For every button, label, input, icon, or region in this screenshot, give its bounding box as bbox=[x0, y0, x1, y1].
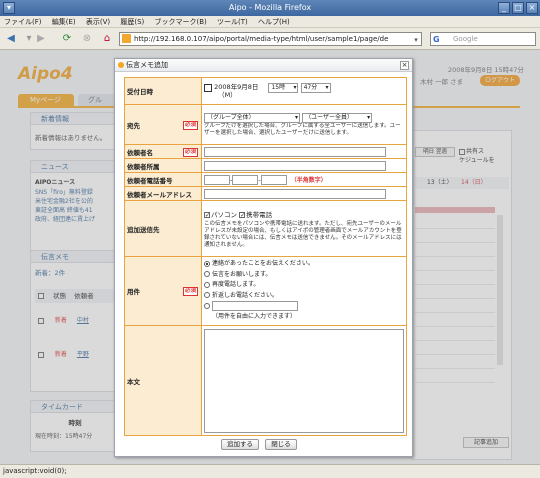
search-input[interactable]: G Google bbox=[430, 32, 536, 46]
status-bar: javascript:void(0); bbox=[0, 464, 540, 478]
body-textarea[interactable] bbox=[204, 328, 404, 433]
label-requester-org: 依頼者所属 bbox=[124, 158, 202, 173]
form-row-notify: 追加送信先 ✓パソコン ✓携帯電話 この伝言メモをパソコンや携帯電話に送れます。… bbox=[124, 200, 407, 257]
requester-name-input[interactable] bbox=[204, 146, 386, 157]
navigation-toolbar: ◀ ▾ ▶ ⟳ ⊗ ⌂ http://192.168.0.107/aipo/po… bbox=[0, 28, 540, 50]
menu-history[interactable]: 履歴(S) bbox=[116, 16, 148, 28]
url-dropdown-icon[interactable]: ▾ bbox=[411, 33, 421, 45]
item-option-other[interactable] bbox=[204, 301, 404, 312]
item-radio[interactable] bbox=[204, 292, 210, 299]
item-radio[interactable] bbox=[204, 281, 210, 288]
group-select[interactable]: （グループ全体） bbox=[204, 112, 300, 123]
notify-pc-checkbox[interactable]: ✓ bbox=[204, 211, 210, 218]
dialog-header: 伝言メモ追加 bbox=[115, 59, 412, 72]
maximize-icon[interactable]: □ bbox=[512, 2, 524, 14]
tel-hint: （半角数字） bbox=[290, 176, 327, 184]
item-other-input[interactable] bbox=[212, 301, 298, 312]
forward-icon[interactable]: ▶ bbox=[34, 32, 48, 46]
item-radio-selected[interactable] bbox=[204, 260, 210, 267]
menu-edit[interactable]: 編集(E) bbox=[48, 16, 80, 28]
item-radio-other[interactable] bbox=[204, 303, 210, 310]
close-window-icon[interactable]: × bbox=[526, 2, 538, 14]
menu-view[interactable]: 表示(V) bbox=[82, 16, 114, 28]
menu-bookmarks[interactable]: ブックマーク(B) bbox=[151, 16, 211, 28]
item-option[interactable]: 折返しお電話ください。 bbox=[204, 291, 404, 302]
site-favicon-icon bbox=[122, 34, 131, 43]
home-icon[interactable]: ⌂ bbox=[100, 32, 114, 46]
form-row-name: 依頼者名 必須 bbox=[124, 144, 407, 159]
required-badge: 必須 bbox=[182, 147, 198, 157]
tel-input-3[interactable] bbox=[260, 174, 287, 185]
date-value[interactable]: 2008年9月8日 bbox=[214, 83, 258, 91]
back-icon[interactable]: ◀ bbox=[4, 32, 18, 46]
memo-add-dialog: 伝言メモ追加 × 受付日時 2008年9月8日（M） 15時 47分 宛先 必須 … bbox=[114, 58, 413, 457]
label-item: 用件 bbox=[127, 288, 140, 296]
form-row-destination: 宛先 必須 （グループ全体） （ユーザー全員） グループだけを選択した場合、グルー… bbox=[124, 104, 407, 145]
label-date: 受付日時 bbox=[124, 77, 202, 105]
menu-file[interactable]: ファイル(F) bbox=[0, 16, 46, 28]
window-menu-icon[interactable]: ▾ bbox=[3, 2, 15, 14]
stop-icon[interactable]: ⊗ bbox=[80, 32, 94, 46]
close-button[interactable]: 閉じる bbox=[265, 439, 297, 450]
calendar-icon[interactable] bbox=[204, 84, 212, 92]
notify-mobile-label: 携帯電話 bbox=[246, 210, 273, 219]
menu-tools[interactable]: ツール(T) bbox=[213, 16, 252, 28]
reload-icon[interactable]: ⟳ bbox=[60, 32, 74, 46]
required-badge: 必須 bbox=[182, 287, 198, 296]
url-bar[interactable]: http://192.168.0.107/aipo/portal/media-t… bbox=[119, 32, 422, 46]
user-select[interactable]: （ユーザー全員） bbox=[302, 112, 373, 123]
dialog-close-icon[interactable]: × bbox=[400, 61, 409, 70]
date-weekday: （M） bbox=[218, 91, 237, 99]
tel-input-1[interactable] bbox=[204, 174, 230, 185]
label-requester-tel: 依頼者電話番号 bbox=[124, 172, 202, 187]
requester-org-input[interactable] bbox=[204, 160, 386, 171]
status-text: javascript:void(0); bbox=[3, 467, 67, 475]
notify-note: この伝言メモをパソコンや携帯電話に送れます。ただし、宛先ユーザーのメールアドレス… bbox=[204, 220, 402, 248]
item-option[interactable]: 再度電話します。 bbox=[204, 280, 404, 291]
label-notify: 追加送信先 bbox=[124, 200, 202, 257]
label-body: 本文 bbox=[124, 325, 202, 436]
form-row-org: 依頼者所属 bbox=[124, 158, 407, 173]
minute-select[interactable]: 47分 bbox=[300, 83, 331, 93]
menu-bar: ファイル(F) 編集(E) 表示(V) 履歴(S) ブックマーク(B) ツール(… bbox=[0, 16, 540, 28]
label-requester-name: 依頼者名 bbox=[127, 148, 153, 157]
search-placeholder: Google bbox=[453, 35, 478, 43]
requester-mail-input[interactable] bbox=[204, 188, 386, 199]
required-badge: 必須 bbox=[182, 120, 198, 130]
form-row-tel: 依頼者電話番号 -- （半角数字） bbox=[124, 172, 407, 187]
dialog-title: 伝言メモ追加 bbox=[126, 61, 168, 69]
minimize-icon[interactable]: _ bbox=[498, 2, 510, 14]
item-option[interactable]: 連絡があったことをお伝えください。 bbox=[204, 259, 404, 270]
item-other-note: （用件を自由に入力できます） bbox=[212, 313, 297, 321]
label-destination: 宛先 bbox=[127, 121, 140, 130]
add-button[interactable]: 追加する bbox=[221, 439, 259, 450]
item-radio[interactable] bbox=[204, 271, 210, 278]
tel-input-2[interactable] bbox=[232, 174, 259, 185]
dialog-buttons: 追加する 閉じる bbox=[221, 439, 297, 450]
form-row-mail: 依頼者メールアドレス bbox=[124, 186, 407, 201]
notify-pc-label: パソコン bbox=[211, 210, 237, 219]
hour-select[interactable]: 15時 bbox=[268, 83, 299, 93]
destination-note: グループだけを選択した場合、グループに属する全ユーザーに送信します。ユーザーを選… bbox=[204, 122, 401, 136]
notify-mobile-checkbox[interactable]: ✓ bbox=[239, 211, 245, 218]
menu-help[interactable]: ヘルプ(H) bbox=[254, 16, 294, 28]
form-row-body: 本文 bbox=[124, 325, 407, 436]
url-text: http://192.168.0.107/aipo/portal/media-t… bbox=[134, 35, 389, 43]
window-titlebar: Aipo - Mozilla Firefox ▾ _ □ × bbox=[0, 0, 540, 16]
window-title: Aipo - Mozilla Firefox bbox=[228, 3, 312, 12]
form-row-date: 受付日時 2008年9月8日（M） 15時 47分 bbox=[124, 77, 407, 105]
google-icon: G bbox=[433, 35, 440, 44]
memo-form: 受付日時 2008年9月8日（M） 15時 47分 宛先 必須 （グループ全体） … bbox=[124, 77, 407, 436]
form-row-item: 用件 必須 連絡があったことをお伝えください。 伝言をお願いします。 再度電話しま… bbox=[124, 256, 407, 326]
dialog-title-icon bbox=[118, 62, 124, 68]
item-option[interactable]: 伝言をお願いします。 bbox=[204, 270, 404, 281]
label-requester-mail: 依頼者メールアドレス bbox=[124, 186, 202, 201]
